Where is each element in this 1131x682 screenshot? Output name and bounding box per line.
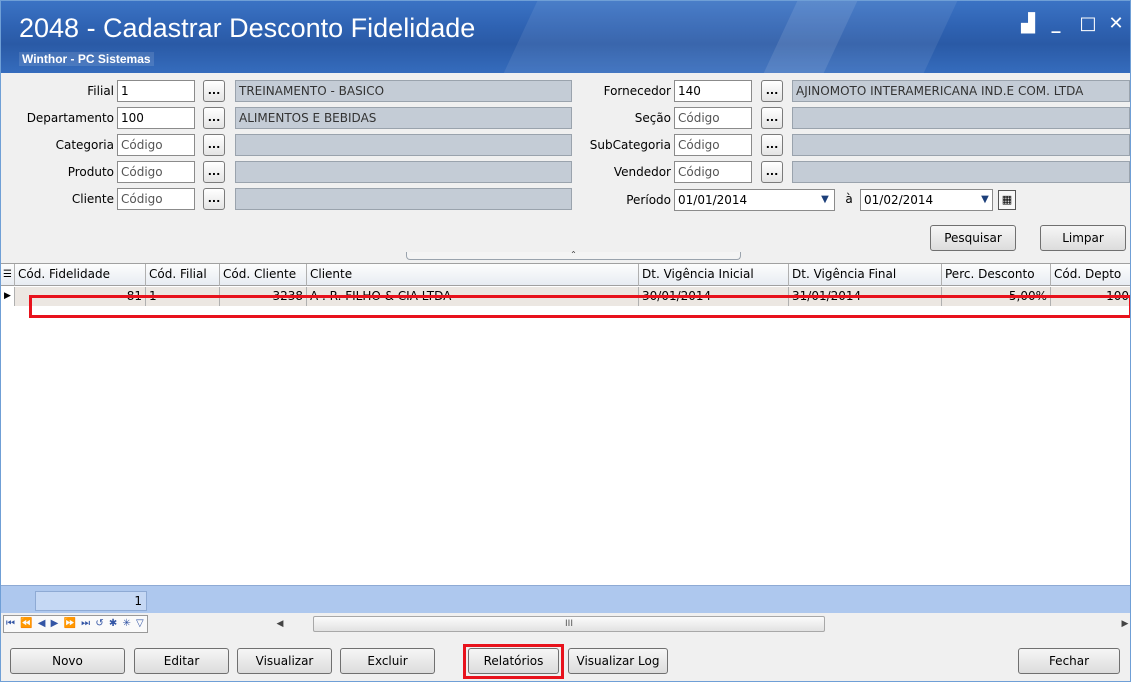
produto-label: Produto [67, 165, 114, 179]
vendedor-code-input[interactable]: Código [674, 161, 752, 183]
subcategoria-code-input[interactable]: Código [674, 134, 752, 156]
horizontal-scrollbar[interactable]: ◀ III ▶ [273, 615, 1130, 633]
vendedor-lookup-button[interactable]: ... [761, 161, 783, 183]
column-chooser-icon[interactable]: ☰ [1, 264, 15, 286]
column-header-cod-filial[interactable]: Cód. Filial [146, 264, 220, 286]
column-header-dt-vigencia-final[interactable]: Dt. Vigência Final [789, 264, 942, 286]
view-log-button[interactable]: Visualizar Log [568, 648, 668, 674]
column-header-cod-depto[interactable]: Cód. Depto [1051, 264, 1130, 286]
chevron-down-icon[interactable]: ▼ [977, 190, 993, 210]
minimize-icon[interactable]: _ [1045, 13, 1067, 35]
scroll-right-icon[interactable]: ▶ [1118, 616, 1130, 632]
clear-button[interactable]: Limpar [1040, 225, 1126, 251]
button-highlight-annotation [463, 644, 564, 679]
secao-lookup-button[interactable]: ... [761, 107, 783, 129]
vendedor-label: Vendedor [613, 165, 671, 179]
panel-splitter[interactable]: ⌃ [406, 251, 741, 260]
column-header-dt-vigencia-inicial[interactable]: Dt. Vigência Inicial [639, 264, 789, 286]
row-indicator-icon: ▶ [1, 287, 15, 306]
categoria-label: Categoria [55, 138, 114, 152]
periodo-separator: à [845, 192, 853, 206]
window-subtitle: Winthor - PC Sistemas [19, 52, 154, 66]
categoria-lookup-button[interactable]: ... [203, 134, 225, 156]
navigator-buttons-icon[interactable]: ⏮ ⏪ ◀ ▶ ⏩ ⏭ ↺ ✱ ✳ ▽ [3, 615, 148, 633]
calendar-icon[interactable]: ▦ [998, 190, 1016, 210]
fornecedor-lookup-button[interactable]: ... [761, 80, 783, 102]
produto-lookup-button[interactable]: ... [203, 161, 225, 183]
column-header-perc-desconto[interactable]: Perc. Desconto [942, 264, 1051, 286]
subcategoria-label: SubCategoria [589, 138, 671, 152]
fornecedor-code-input[interactable]: 140 [674, 80, 752, 102]
departamento-label: Departamento [26, 111, 114, 125]
bottom-toolbar: Novo Editar Visualizar Excluir Relatório… [1, 635, 1130, 681]
cliente-label: Cliente [71, 192, 114, 206]
periodo-start-date[interactable]: 01/01/2014 [674, 189, 835, 211]
filter-panel: Filial 1 ... TREINAMENTO - BASICO Depart… [1, 73, 1130, 263]
filial-label: Filial [87, 84, 114, 98]
periodo-end-date[interactable]: 01/02/2014 [860, 189, 993, 211]
title-decoration [495, 1, 967, 73]
produto-description [235, 161, 572, 183]
close-button[interactable]: Fechar [1018, 648, 1120, 674]
cliente-lookup-button[interactable]: ... [203, 188, 225, 210]
view-button[interactable]: Visualizar [237, 648, 332, 674]
subcategoria-lookup-button[interactable]: ... [761, 134, 783, 156]
secao-code-input[interactable]: Código [674, 107, 752, 129]
fornecedor-description: AJINOMOTO INTERAMERICANA IND.E COM. LTDA [792, 80, 1130, 102]
maximize-icon[interactable]: □ [1077, 13, 1099, 35]
categoria-description [235, 134, 572, 156]
grid-navigator: ⏮ ⏪ ◀ ▶ ⏩ ⏭ ↺ ✱ ✳ ▽ ◀ III ▶ [1, 613, 1130, 635]
scrollbar-thumb[interactable]: III [313, 616, 825, 632]
departamento-code-input[interactable]: 100 [117, 107, 195, 129]
row-highlight-annotation [29, 295, 1130, 318]
categoria-code-input[interactable]: Código [117, 134, 195, 156]
fornecedor-label: Fornecedor [603, 84, 671, 98]
new-button[interactable]: Novo [10, 648, 125, 674]
departamento-description: ALIMENTOS E BEBIDAS [235, 107, 572, 129]
periodo-label: Período [626, 193, 671, 207]
column-header-cliente[interactable]: Cliente [307, 264, 639, 286]
search-button[interactable]: Pesquisar [930, 225, 1016, 251]
cliente-description [235, 188, 572, 210]
grid-footer: 1 [1, 585, 1130, 613]
close-icon[interactable]: ✕ [1105, 13, 1127, 35]
title-bar[interactable]: 2048 - Cadastrar Desconto Fidelidade Win… [1, 1, 1130, 73]
filial-lookup-button[interactable]: ... [203, 80, 225, 102]
produto-code-input[interactable]: Código [117, 161, 195, 183]
chevron-down-icon[interactable]: ▼ [817, 190, 833, 210]
vendedor-description [792, 161, 1130, 183]
secao-description [792, 107, 1130, 129]
record-count: 1 [35, 591, 147, 611]
cliente-code-input[interactable]: Código [117, 188, 195, 210]
edit-button[interactable]: Editar [134, 648, 229, 674]
delete-button[interactable]: Excluir [340, 648, 435, 674]
secao-label: Seção [634, 111, 671, 125]
main-window: 2048 - Cadastrar Desconto Fidelidade Win… [0, 0, 1131, 682]
filial-description: TREINAMENTO - BASICO [235, 80, 572, 102]
filial-code-input[interactable]: 1 [117, 80, 195, 102]
column-header-cod-fidelidade[interactable]: Cód. Fidelidade [15, 264, 146, 286]
scroll-left-icon[interactable]: ◀ [273, 616, 287, 632]
column-header-cod-cliente[interactable]: Cód. Cliente [220, 264, 307, 286]
window-title: 2048 - Cadastrar Desconto Fidelidade [19, 13, 476, 43]
restore-icon[interactable]: ▟ [1017, 13, 1039, 35]
departamento-lookup-button[interactable]: ... [203, 107, 225, 129]
grid-header: ☰ Cód. Fidelidade Cód. Filial Cód. Clien… [1, 264, 1130, 286]
subcategoria-description [792, 134, 1130, 156]
